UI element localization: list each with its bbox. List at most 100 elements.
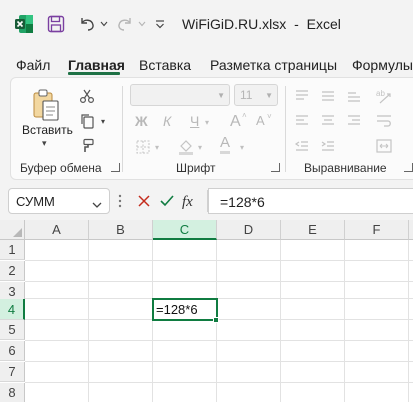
cell-b2[interactable] — [89, 261, 153, 282]
column-header-partial[interactable] — [409, 220, 413, 240]
cell-a5[interactable] — [25, 320, 89, 341]
cell-g3[interactable] — [409, 282, 413, 299]
cell-f8[interactable] — [345, 383, 409, 402]
wrap-text-icon[interactable] — [374, 111, 394, 131]
cell-f5[interactable] — [345, 320, 409, 341]
tab-file[interactable]: Файл — [16, 57, 50, 73]
cell-c6[interactable] — [153, 341, 217, 362]
font-color-dropdown-icon[interactable]: ▾ — [240, 143, 244, 152]
customize-qat-icon[interactable] — [153, 13, 167, 35]
cell-g2[interactable] — [409, 261, 413, 282]
cell-a1[interactable] — [25, 240, 89, 261]
tab-insert[interactable]: Вставка — [139, 57, 191, 73]
column-header-e[interactable]: E — [281, 220, 345, 240]
tab-home[interactable]: Главная — [68, 57, 125, 73]
cell-e7[interactable] — [281, 362, 345, 383]
align-middle-icon[interactable] — [318, 86, 338, 106]
paste-button[interactable]: Вставить — [22, 123, 73, 137]
cell-c8[interactable] — [153, 383, 217, 402]
cell-b8[interactable] — [89, 383, 153, 402]
cell-e2[interactable] — [281, 261, 345, 282]
cell-f2[interactable] — [345, 261, 409, 282]
cell-d2[interactable] — [217, 261, 281, 282]
cell-a6[interactable] — [25, 341, 89, 362]
cell-d7[interactable] — [217, 362, 281, 383]
cut-icon[interactable] — [77, 86, 97, 106]
orientation-icon[interactable]: ab — [374, 86, 394, 106]
cell-d8[interactable] — [217, 383, 281, 402]
align-center-icon[interactable] — [318, 111, 338, 131]
column-header-d[interactable]: D — [217, 220, 281, 240]
cell-g8[interactable] — [409, 383, 413, 402]
font-size-select[interactable]: 11 ▼ — [234, 84, 278, 106]
cell-a8[interactable] — [25, 383, 89, 402]
decrease-indent-icon[interactable] — [292, 136, 312, 156]
column-header-a[interactable]: A — [25, 220, 89, 240]
cell-c5[interactable] — [153, 320, 217, 341]
cell-e3[interactable] — [281, 282, 345, 299]
borders-icon[interactable] — [133, 137, 153, 157]
cell-g6[interactable] — [409, 341, 413, 362]
tab-page-layout[interactable]: Разметка страницы — [210, 57, 337, 73]
select-all-button[interactable] — [0, 220, 25, 240]
cancel-icon[interactable] — [133, 190, 155, 212]
paste-icon[interactable] — [31, 88, 61, 122]
row-header-8[interactable]: 8 — [0, 383, 25, 402]
cell-a7[interactable] — [25, 362, 89, 383]
cell-f3[interactable] — [345, 282, 409, 299]
cell-f6[interactable] — [345, 341, 409, 362]
paste-dropdown-icon[interactable]: ▾ — [42, 138, 47, 149]
cell-g1[interactable] — [409, 240, 413, 261]
save-icon[interactable] — [45, 13, 67, 35]
underline-dropdown-icon[interactable]: ▾ — [205, 118, 209, 127]
column-header-c[interactable]: C — [153, 220, 217, 240]
redo-dropdown-icon[interactable] — [137, 13, 147, 35]
cell-c1[interactable] — [153, 240, 217, 261]
cell-d1[interactable] — [217, 240, 281, 261]
grow-font-button[interactable]: A — [230, 113, 241, 131]
align-left-icon[interactable] — [292, 111, 312, 131]
enter-icon[interactable] — [156, 190, 178, 212]
cell-e8[interactable] — [281, 383, 345, 402]
cell-b6[interactable] — [89, 341, 153, 362]
cell-f7[interactable] — [345, 362, 409, 383]
cell-e1[interactable] — [281, 240, 345, 261]
fill-handle[interactable] — [213, 317, 219, 323]
formula-bar-handle-icon[interactable] — [118, 193, 122, 209]
alignment-launcher-icon[interactable] — [404, 163, 413, 172]
cell-g7[interactable] — [409, 362, 413, 383]
cell-c2[interactable] — [153, 261, 217, 282]
align-bottom-icon[interactable] — [344, 86, 364, 106]
redo-icon[interactable] — [114, 13, 136, 35]
insert-function-icon[interactable]: fx — [180, 190, 202, 212]
row-header-5[interactable]: 5 — [0, 320, 25, 340]
cell-a4[interactable] — [25, 299, 89, 320]
cell-e5[interactable] — [281, 320, 345, 341]
borders-dropdown-icon[interactable]: ▾ — [155, 143, 159, 152]
font-color-button[interactable]: A — [220, 135, 231, 154]
cell-g4[interactable] — [409, 299, 413, 320]
row-header-1[interactable]: 1 — [0, 240, 25, 260]
cell-f1[interactable] — [345, 240, 409, 261]
cell-b3[interactable] — [89, 282, 153, 299]
cell-a2[interactable] — [25, 261, 89, 282]
cell-d3[interactable] — [217, 282, 281, 299]
increase-indent-icon[interactable] — [318, 136, 338, 156]
cell-b1[interactable] — [89, 240, 153, 261]
cell-d5[interactable] — [217, 320, 281, 341]
cell-f4[interactable] — [345, 299, 409, 320]
cell-e4[interactable] — [281, 299, 345, 320]
active-cell-c4[interactable]: =128*6 — [152, 298, 218, 321]
cell-e6[interactable] — [281, 341, 345, 362]
formula-input[interactable]: =128*6 — [208, 188, 413, 214]
merge-cells-icon[interactable] — [374, 136, 394, 156]
shrink-font-button[interactable]: A — [256, 113, 265, 128]
copy-icon[interactable] — [77, 111, 97, 131]
cell-c3[interactable] — [153, 282, 217, 299]
name-box-chevron-icon[interactable] — [92, 196, 102, 214]
cell-b5[interactable] — [89, 320, 153, 341]
fill-color-icon[interactable] — [176, 136, 196, 156]
row-header-2[interactable]: 2 — [0, 261, 25, 281]
underline-button[interactable]: Ч — [190, 113, 199, 129]
cell-a3[interactable] — [25, 282, 89, 299]
